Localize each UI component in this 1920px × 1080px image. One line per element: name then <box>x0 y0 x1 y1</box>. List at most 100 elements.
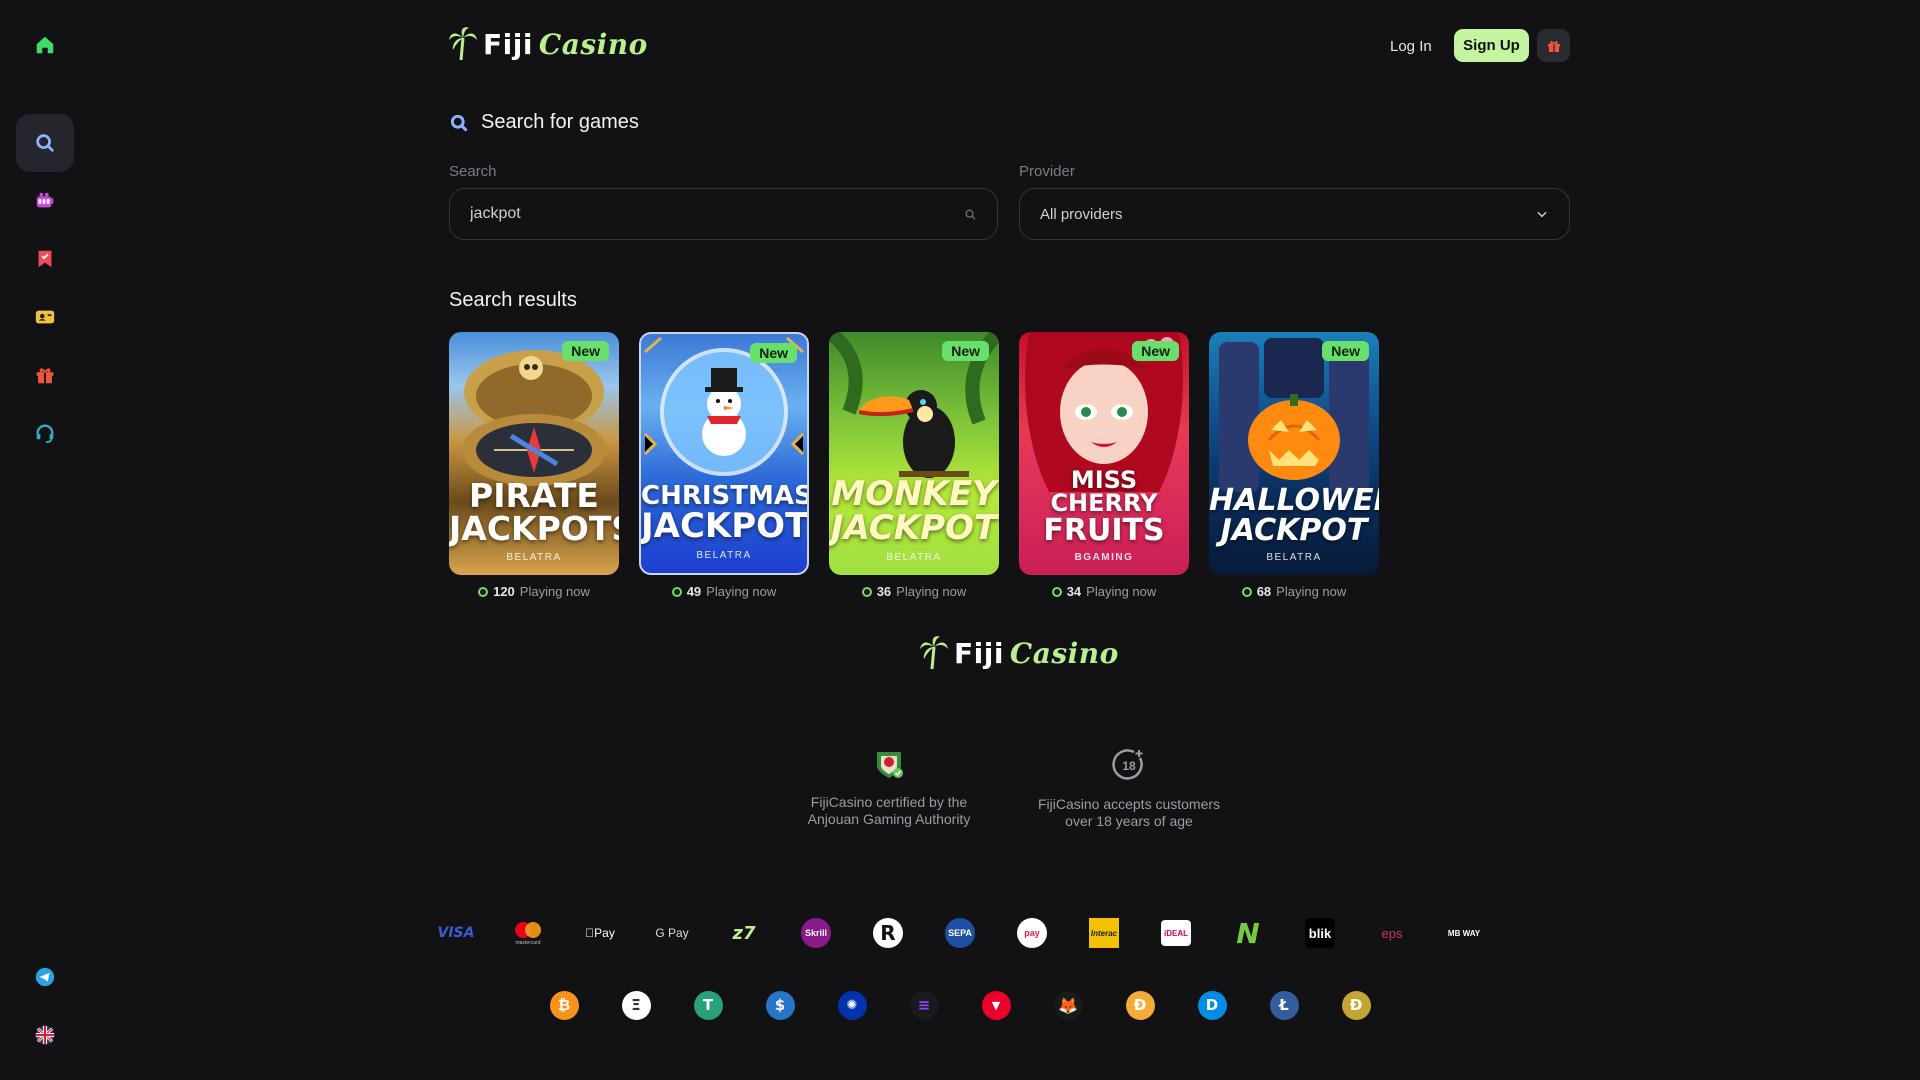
skrill-logo: Skrill <box>780 915 852 951</box>
search-results-title: Search results <box>449 289 577 311</box>
playing-now: 34 Playing now <box>1019 584 1189 599</box>
sepa-logo: SEPA <box>924 915 996 951</box>
license-certification: FijiCasino certified by the Anjouan Gamin… <box>789 748 989 828</box>
cert-line-1: FijiCasino certified by the <box>810 794 968 810</box>
playing-label: Playing now <box>1086 584 1157 599</box>
sidebar-item-profile[interactable] <box>16 288 74 346</box>
sidebar-item-promotions[interactable] <box>16 346 74 404</box>
gift-icon <box>1547 40 1560 52</box>
game-card[interactable]: New CHRISTMAS JACKPOT BELATRA <box>639 332 809 575</box>
playing-count: 120 <box>493 584 515 599</box>
cardano-icon: ✺ <box>816 987 888 1023</box>
game-provider: BELATRA <box>506 552 562 563</box>
brand-name-fiji: Fiji <box>483 27 533 61</box>
bookmark-icon <box>38 250 52 268</box>
visa-logo: VISA <box>437 925 475 941</box>
solana-icon: ≡ <box>888 987 960 1023</box>
interac-logo: Interac <box>1068 915 1140 951</box>
age-restriction: 18 FijiCasino accepts customers over 18 y… <box>1029 748 1229 830</box>
dogecoin-icon: Ð <box>1320 987 1392 1023</box>
litecoin-icon: Ł <box>1248 987 1320 1023</box>
search-icon[interactable] <box>964 208 977 221</box>
new-badge: New <box>1132 341 1179 361</box>
blik-logo: blik <box>1284 915 1356 951</box>
search-input[interactable] <box>470 205 965 223</box>
revolut-logo: R <box>852 915 924 951</box>
game-provider: BELATRA <box>886 552 942 563</box>
sidebar-item-slots[interactable] <box>16 172 74 230</box>
provider-field-label: Provider <box>1019 163 1075 180</box>
game-card[interactable]: New MONKEY JACKPOT BELATRA <box>829 332 999 575</box>
online-dot-icon <box>478 586 489 597</box>
uk-flag-icon <box>35 1025 55 1045</box>
mastercard-logo: mastercard <box>492 915 564 951</box>
svg-text:mastercard: mastercard <box>515 940 540 946</box>
game-title: CHRISTMAS JACKPOT <box>641 481 809 546</box>
playing-label: Playing now <box>896 584 967 599</box>
playing-count: 34 <box>1066 584 1082 599</box>
age-line-2: over 18 years of age <box>1065 813 1193 829</box>
chevron-down-icon <box>1537 211 1547 218</box>
playing-now: 49 Playing now <box>639 584 809 599</box>
apple-pay-logo: Pay <box>585 926 615 940</box>
playing-count: 49 <box>686 584 702 599</box>
brand-logo[interactable]: Fiji Casino <box>449 26 648 62</box>
sidebar-item-support[interactable] <box>16 404 74 462</box>
playing-now: 36 Playing now <box>829 584 999 599</box>
support-headset-icon <box>36 424 54 444</box>
online-dot-icon <box>1051 586 1062 597</box>
playing-count: 68 <box>1256 584 1272 599</box>
playing-label: Playing now <box>706 584 777 599</box>
game-provider: BELATRA <box>1266 552 1322 563</box>
signup-button[interactable]: Sign Up <box>1454 29 1529 62</box>
tether-icon: T <box>672 987 744 1023</box>
eps-logo: eps <box>1381 925 1403 941</box>
sidebar-item-home[interactable] <box>16 16 74 74</box>
ethereum-icon: Ξ <box>600 987 672 1023</box>
zimpler-logo: z7 <box>732 922 756 944</box>
game-card[interactable]: New PIRATE JACKPOTS BELATRA <box>449 332 619 575</box>
online-dot-icon <box>861 586 872 597</box>
playing-now: 68 Playing now <box>1209 584 1379 599</box>
sidebar-item-bookmarks[interactable] <box>16 230 74 288</box>
game-title: PIRATE JACKPOTS <box>449 476 619 548</box>
sidebar-item-search[interactable] <box>16 114 74 172</box>
game-card[interactable]: New HALLOWEENJACKPOT BELATRA <box>1209 332 1379 575</box>
home-icon <box>36 36 54 54</box>
profile-card-icon <box>35 310 55 324</box>
new-badge: New <box>750 343 797 363</box>
provider-select[interactable]: All providers <box>1019 188 1570 240</box>
search-icon <box>36 134 54 152</box>
bitcoin-icon: ₿ <box>528 987 600 1023</box>
playing-label: Playing now <box>1276 584 1347 599</box>
pay-logo: pay <box>996 915 1068 951</box>
usdc-icon: $ <box>744 987 816 1023</box>
search-icon <box>450 114 468 131</box>
slots-icon <box>36 192 54 208</box>
bonus-gift-button[interactable] <box>1537 29 1570 62</box>
game-title: HALLOWEENJACKPOT <box>1209 483 1379 548</box>
login-button[interactable]: Log In <box>1380 30 1442 62</box>
new-badge: New <box>562 341 609 361</box>
search-section-title: Search for games <box>449 111 639 134</box>
playing-label: Playing now <box>519 584 590 599</box>
game-provider: BGAMING <box>1074 552 1134 563</box>
neteller-logo: N <box>1236 916 1260 950</box>
anjouan-shield-icon[interactable] <box>873 748 905 780</box>
search-field-label: Search <box>449 163 497 180</box>
online-dot-icon <box>1241 586 1252 597</box>
brand-name-casino: Casino <box>1009 636 1119 670</box>
footer-brand-logo[interactable]: Fiji Casino <box>920 635 1119 671</box>
ideal-logo: iDEAL <box>1140 915 1212 951</box>
dai-icon: Ð <box>1104 987 1176 1023</box>
new-badge: New <box>942 341 989 361</box>
game-card[interactable]: New MISS CHERRY FRUITS BGAMING <box>1019 332 1189 575</box>
shiba-inu-icon: 🦊 <box>1032 987 1104 1023</box>
playing-count: 36 <box>876 584 892 599</box>
game-title: MISS CHERRY FRUITS <box>1043 465 1165 548</box>
game-title: MONKEY JACKPOT <box>830 474 998 548</box>
telegram-icon <box>35 967 55 987</box>
age-badge-text: 18 <box>1122 759 1136 773</box>
age-18-plus-icon: 18 <box>1112 749 1143 780</box>
new-badge: New <box>1322 341 1369 361</box>
